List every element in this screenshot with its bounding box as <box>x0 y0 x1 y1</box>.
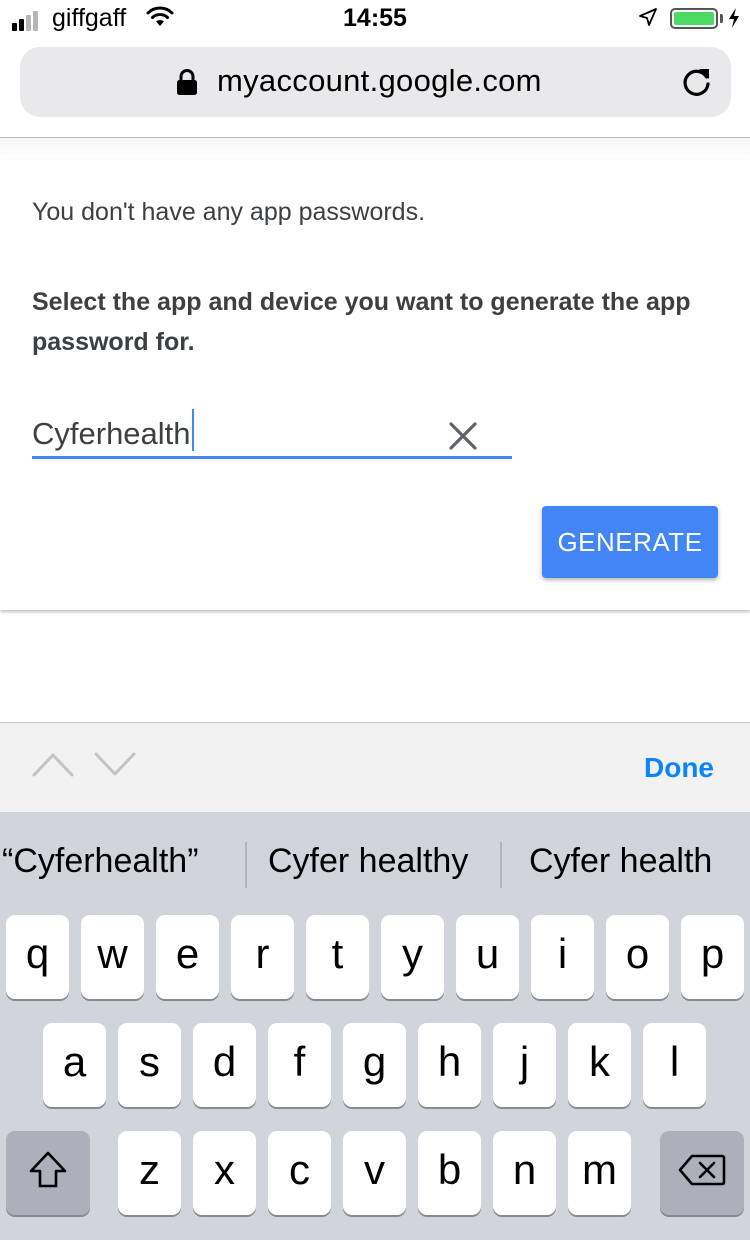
done-button[interactable]: Done <box>644 752 714 784</box>
key-v[interactable]: v <box>343 1131 406 1215</box>
key-k[interactable]: k <box>568 1023 631 1107</box>
charging-bolt-icon <box>729 8 739 28</box>
key-h[interactable]: h <box>418 1023 481 1107</box>
key-e[interactable]: e <box>156 915 219 999</box>
app-name-input[interactable]: Cyferhealth <box>32 409 194 452</box>
page-top-shade <box>0 138 750 160</box>
key-x[interactable]: x <box>193 1131 256 1215</box>
app-name-value: Cyferhealth <box>32 416 191 451</box>
key-w[interactable]: w <box>81 915 144 999</box>
suggestion-item[interactable]: Cyfer healthy <box>268 842 468 881</box>
key-d[interactable]: d <box>193 1023 256 1107</box>
battery-tip <box>720 14 723 23</box>
key-f[interactable]: f <box>268 1023 331 1107</box>
app-name-field[interactable]: Cyferhealth <box>32 405 512 459</box>
key-t[interactable]: t <box>306 915 369 999</box>
chevron-down-icon[interactable] <box>94 751 136 777</box>
address-bar[interactable]: myaccount.google.com <box>20 47 731 117</box>
key-p[interactable]: p <box>681 915 744 999</box>
status-bar: giffgaff 14:55 <box>0 0 750 36</box>
no-passwords-message: You don't have any app passwords. <box>32 198 426 226</box>
key-n[interactable]: n <box>493 1131 556 1215</box>
backspace-key[interactable] <box>660 1131 744 1215</box>
app-password-card: You don't have any app passwords. Select… <box>0 160 750 610</box>
key-g[interactable]: g <box>343 1023 406 1107</box>
lock-icon <box>177 69 197 95</box>
key-z[interactable]: z <box>118 1131 181 1215</box>
key-m[interactable]: m <box>568 1131 631 1215</box>
suggestion-divider <box>245 842 247 888</box>
key-a[interactable]: a <box>43 1023 106 1107</box>
suggestion-bar: “Cyferhealth” Cyfer healthy Cyfer health <box>0 812 750 912</box>
url-text: myaccount.google.com <box>217 63 542 98</box>
battery-icon <box>670 8 718 29</box>
keyboard: “Cyferhealth” Cyfer healthy Cyfer health… <box>0 812 750 1240</box>
key-j[interactable]: j <box>493 1023 556 1107</box>
chevron-up-icon[interactable] <box>32 751 74 777</box>
reload-icon[interactable] <box>681 65 713 99</box>
key-l[interactable]: l <box>643 1023 706 1107</box>
key-s[interactable]: s <box>118 1023 181 1107</box>
suggestion-item[interactable]: Cyfer health <box>529 842 712 881</box>
generate-button[interactable]: GENERATE <box>542 506 718 578</box>
key-b[interactable]: b <box>418 1131 481 1215</box>
key-q[interactable]: q <box>6 915 69 999</box>
backspace-icon <box>678 1154 726 1186</box>
suggestion-item[interactable]: “Cyferhealth” <box>2 842 199 881</box>
suggestion-divider <box>500 842 502 888</box>
key-y[interactable]: y <box>381 915 444 999</box>
shift-icon <box>29 1151 67 1188</box>
clear-icon[interactable] <box>448 421 478 451</box>
battery-fill <box>674 12 714 25</box>
key-o[interactable]: o <box>606 915 669 999</box>
key-c[interactable]: c <box>268 1131 331 1215</box>
shift-key[interactable] <box>6 1131 90 1215</box>
key-i[interactable]: i <box>531 915 594 999</box>
instructions-text: Select the app and device you want to ge… <box>32 288 691 356</box>
text-caret <box>191 409 194 451</box>
location-arrow-icon <box>639 8 657 26</box>
key-u[interactable]: u <box>456 915 519 999</box>
key-r[interactable]: r <box>231 915 294 999</box>
keyboard-accessory-bar: Done <box>0 722 750 812</box>
